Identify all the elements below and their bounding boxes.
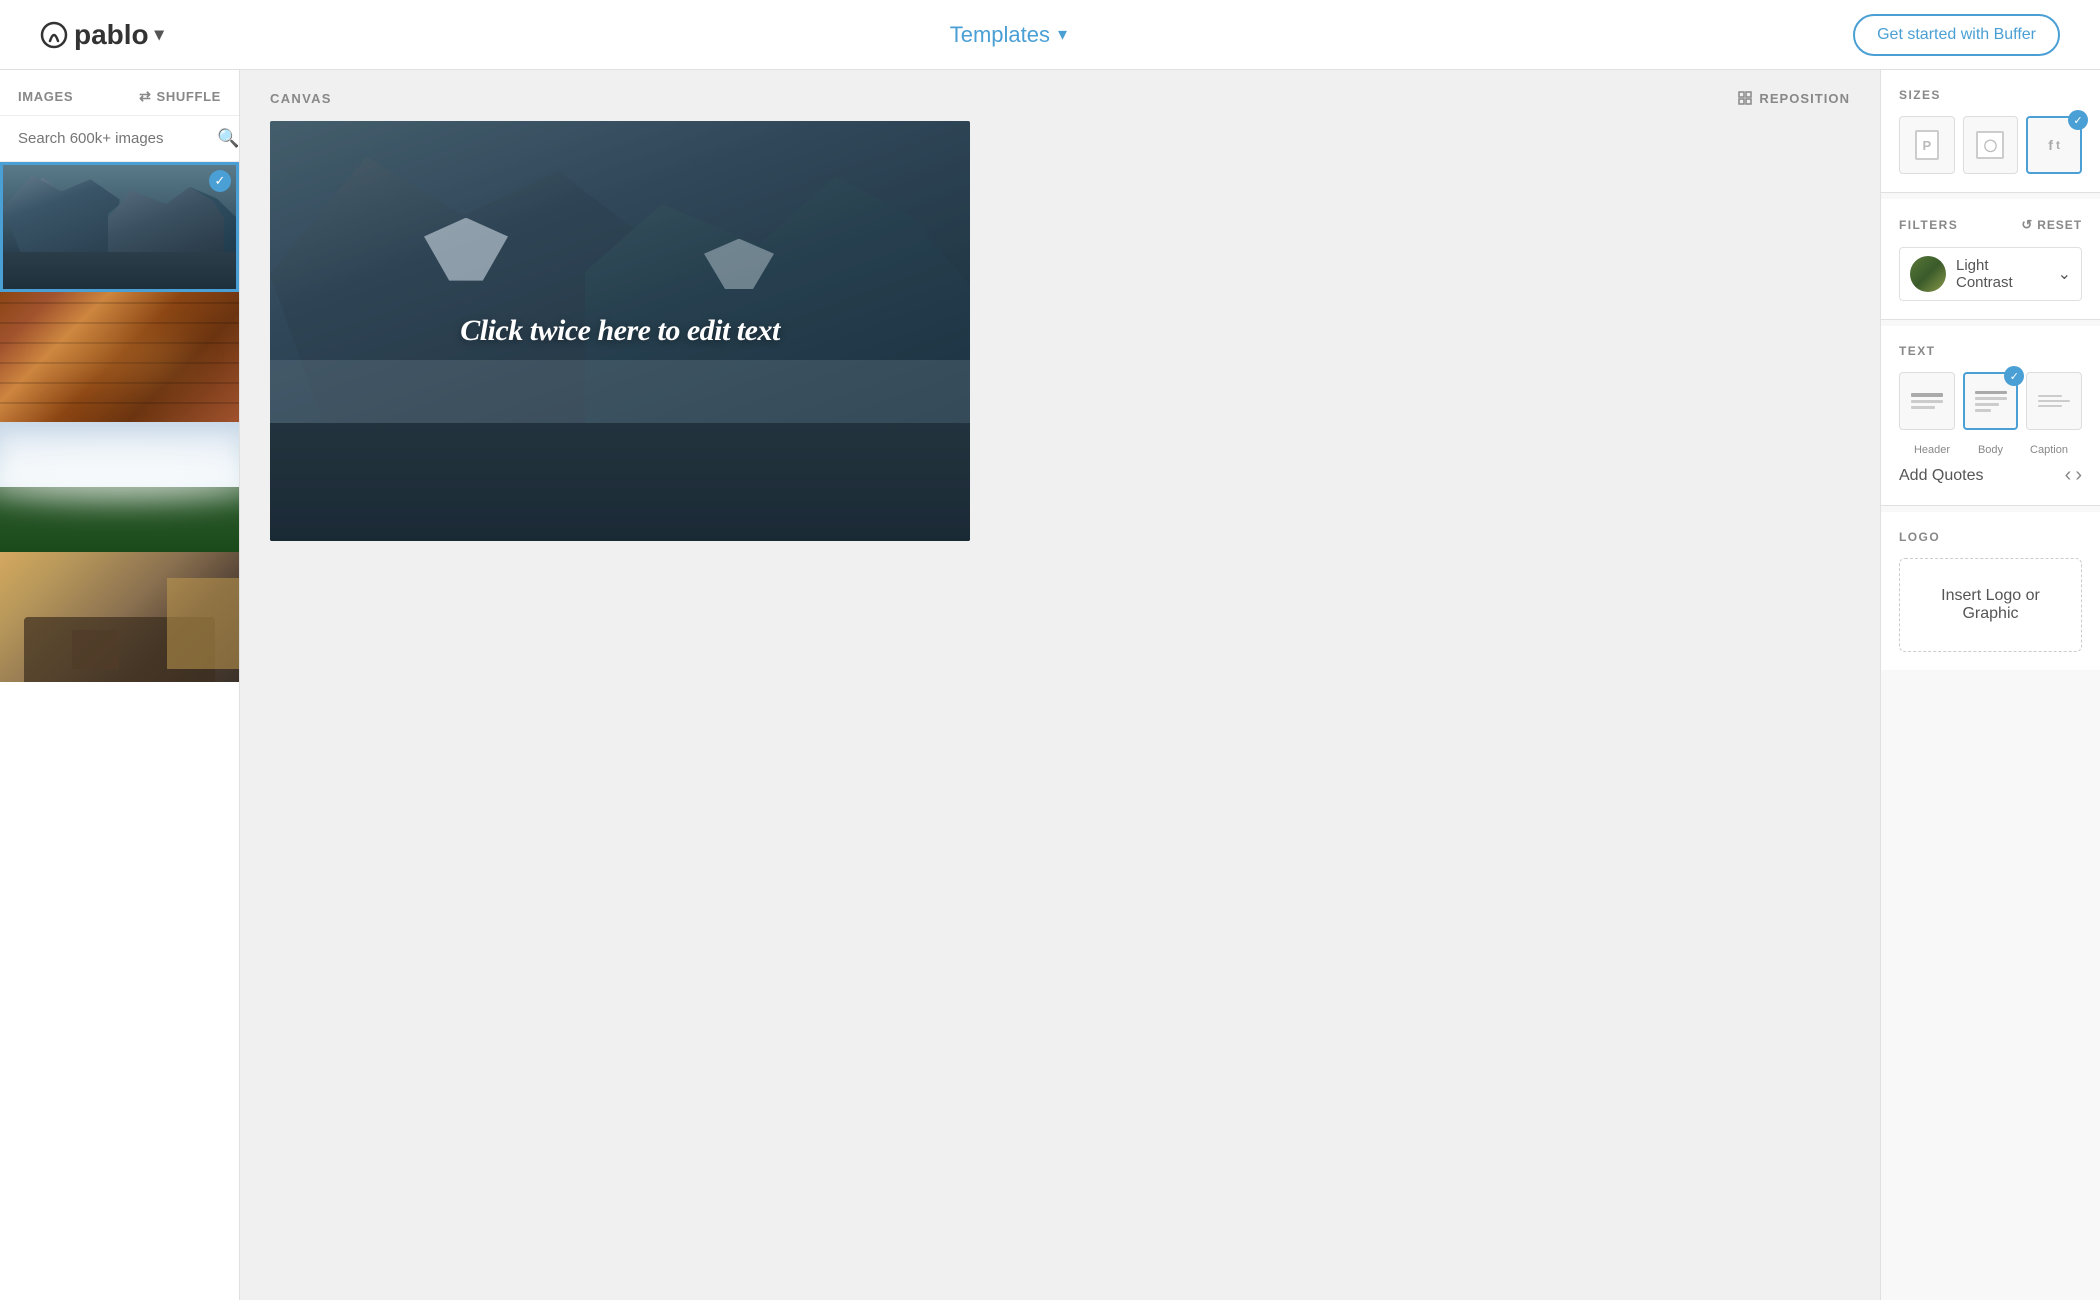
search-icon[interactable]: 🔍 bbox=[217, 128, 239, 149]
get-started-button[interactable]: Get started with Buffer bbox=[1853, 14, 2060, 56]
quotes-next-button[interactable]: › bbox=[2075, 464, 2082, 487]
image-grid: ✓ bbox=[0, 162, 239, 682]
text-option-body[interactable]: ✓ bbox=[1963, 372, 2019, 430]
reposition-button[interactable]: REPOSITION bbox=[1737, 90, 1850, 106]
shuffle-button[interactable]: ⇄ SHUFFLE bbox=[139, 88, 221, 105]
text-section: TEXT ✓ bbox=[1881, 326, 2100, 506]
pinterest-icon: P bbox=[1915, 130, 1939, 160]
templates-chevron-icon: ▾ bbox=[1058, 24, 1067, 45]
selected-check: ✓ bbox=[2068, 110, 2088, 130]
text-selected-check: ✓ bbox=[2004, 366, 2024, 386]
list-item[interactable] bbox=[0, 422, 239, 552]
text-title: TEXT bbox=[1899, 344, 2082, 358]
canvas-image[interactable]: Click twice here to edit text bbox=[270, 121, 970, 541]
filter-chevron-icon: ⌄ bbox=[2058, 264, 2071, 284]
reposition-label: REPOSITION bbox=[1759, 91, 1850, 106]
size-twitter-facebook-button[interactable]: ✓ f t bbox=[2026, 116, 2082, 174]
text-options-row: ✓ bbox=[1899, 372, 2082, 430]
canvas-label: CANVAS bbox=[270, 91, 332, 106]
instagram-icon: ◯ bbox=[1976, 131, 2004, 159]
filters-title: FILTERS bbox=[1899, 218, 1958, 232]
main-layout: IMAGES ⇄ SHUFFLE 🔍 ✓ bbox=[0, 70, 2100, 1300]
canvas-header: CANVAS REPOSITION bbox=[270, 90, 1850, 106]
text-option-header[interactable] bbox=[1899, 372, 1955, 430]
right-sidebar: SIZES P ◯ bbox=[1880, 70, 2100, 1300]
images-tab[interactable]: IMAGES bbox=[18, 89, 73, 104]
logo-icon bbox=[40, 21, 68, 49]
left-sidebar: IMAGES ⇄ SHUFFLE 🔍 ✓ bbox=[0, 70, 240, 1300]
list-item[interactable]: ✓ bbox=[0, 162, 239, 292]
filters-header: FILTERS ↺ RESET bbox=[1899, 217, 2082, 233]
header: pablo ▾ Templates ▾ Get started with Buf… bbox=[0, 0, 2100, 70]
reposition-icon bbox=[1737, 90, 1753, 106]
filter-thumbnail bbox=[1910, 256, 1946, 292]
filter-selector[interactable]: Light Contrast ⌄ bbox=[1899, 247, 2082, 301]
text-option-caption[interactable] bbox=[2026, 372, 2082, 430]
list-item[interactable] bbox=[0, 292, 239, 422]
logo-text: pablo ▾ bbox=[40, 19, 164, 51]
caption-lines-icon bbox=[2038, 395, 2070, 407]
add-quotes-row: Add Quotes ‹ › bbox=[1899, 456, 2082, 487]
search-area: 🔍 bbox=[0, 116, 239, 162]
reset-label: RESET bbox=[2037, 218, 2082, 232]
filter-label: Light Contrast bbox=[1956, 257, 2048, 291]
text-labels-row: Header Body Caption bbox=[1899, 444, 2082, 456]
filters-section: FILTERS ↺ RESET Light Contrast ⌄ bbox=[1881, 199, 2100, 320]
reset-icon: ↺ bbox=[2021, 217, 2033, 233]
twitter-facebook-icons: f t bbox=[2048, 137, 2060, 153]
canvas-area: CANVAS REPOSITION bbox=[240, 70, 1880, 1300]
caption-label: Caption bbox=[2020, 444, 2078, 456]
body-label: Body bbox=[1962, 444, 2020, 456]
logo-chevron-icon[interactable]: ▾ bbox=[155, 24, 164, 45]
templates-button[interactable]: Templates ▾ bbox=[950, 22, 1067, 48]
sizes-title: SIZES bbox=[1899, 88, 2082, 102]
sizes-section: SIZES P ◯ bbox=[1881, 70, 2100, 193]
add-quotes-label: Add Quotes bbox=[1899, 467, 1984, 485]
logo-insert-label: Insert Logo or Graphic bbox=[1941, 587, 2040, 622]
logo-section: LOGO Insert Logo or Graphic bbox=[1881, 512, 2100, 670]
logo-area: pablo ▾ bbox=[40, 19, 164, 51]
logo-insert-button[interactable]: Insert Logo or Graphic bbox=[1899, 558, 2082, 652]
templates-label: Templates bbox=[950, 22, 1050, 48]
logo-title: LOGO bbox=[1899, 530, 2082, 544]
pablo-logo-svg bbox=[40, 21, 68, 49]
quotes-prev-button[interactable]: ‹ bbox=[2065, 464, 2072, 487]
header-lines-icon bbox=[1911, 393, 1943, 409]
logo-wordmark: pablo bbox=[74, 19, 149, 51]
selected-badge: ✓ bbox=[209, 170, 231, 192]
canvas-edit-text[interactable]: Click twice here to edit text bbox=[460, 314, 780, 348]
sidebar-header: IMAGES ⇄ SHUFFLE bbox=[0, 70, 239, 116]
search-input[interactable] bbox=[18, 130, 217, 147]
size-instagram-button[interactable]: ◯ bbox=[1963, 116, 2019, 174]
quotes-nav: ‹ › bbox=[2065, 464, 2082, 487]
header-label: Header bbox=[1903, 444, 1961, 456]
size-pinterest-button[interactable]: P bbox=[1899, 116, 1955, 174]
reset-button[interactable]: ↺ RESET bbox=[2021, 217, 2082, 233]
shuffle-icon: ⇄ bbox=[139, 88, 151, 105]
sizes-row: P ◯ ✓ f t bbox=[1899, 116, 2082, 174]
body-lines-icon bbox=[1975, 391, 2007, 412]
shuffle-label: SHUFFLE bbox=[157, 89, 222, 104]
list-item[interactable] bbox=[0, 552, 239, 682]
